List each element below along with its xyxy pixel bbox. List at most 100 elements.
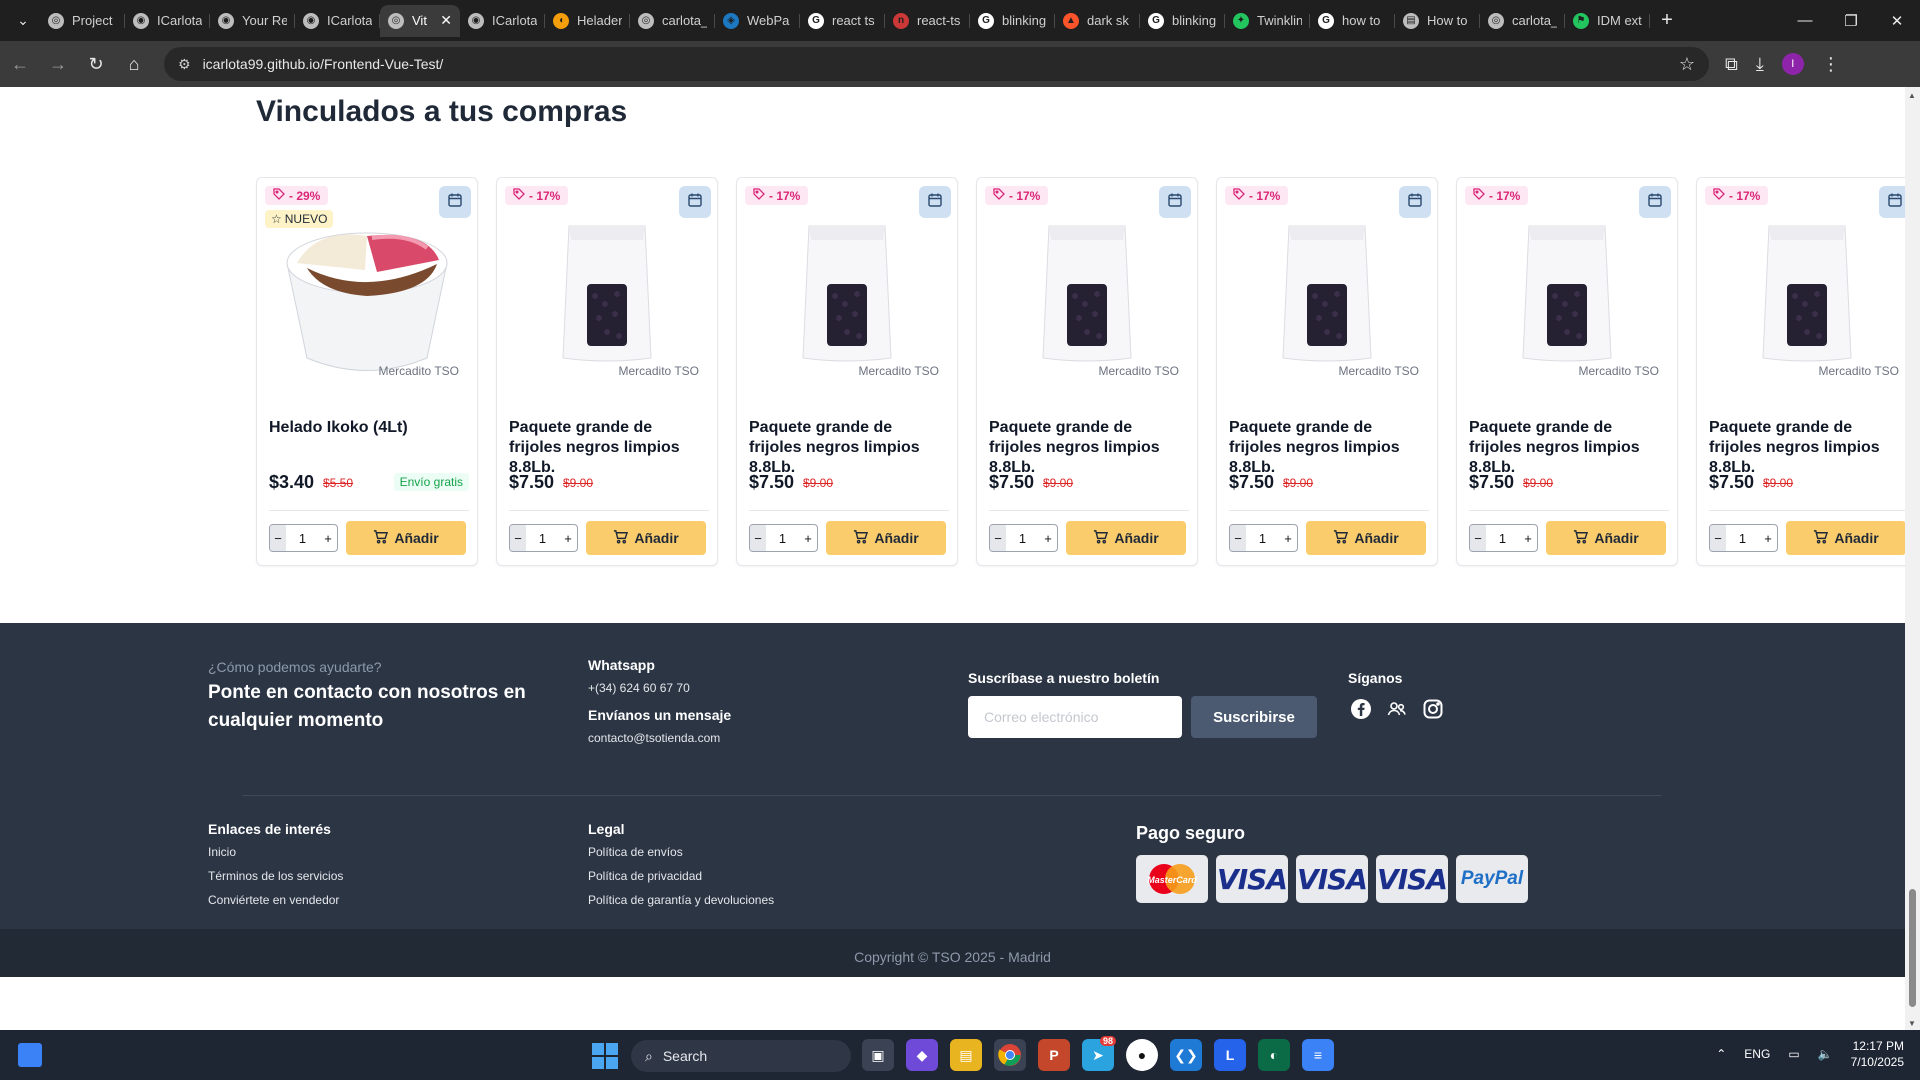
browser-tab[interactable]: ▤ How to [1395,5,1480,37]
product-image[interactable] [997,208,1177,378]
instagram-icon[interactable] [1422,698,1444,720]
notepad-plus-icon[interactable]: L [1214,1039,1246,1071]
start-button[interactable] [592,1043,618,1069]
contact-email[interactable]: contacto@tsotienda.com [588,731,720,745]
widgets-icon[interactable] [18,1043,42,1067]
decrease-qty-button[interactable]: − [270,525,286,551]
whatsapp-number[interactable]: +(34) 624 60 67 70 [588,681,690,695]
copilot-icon[interactable]: ◆ [906,1039,938,1071]
browser-tab[interactable]: ⚑ IDM ext [1565,5,1650,37]
subscribe-button[interactable]: Suscribirse [1191,696,1317,738]
product-card[interactable]: - 17% Mercadito TSO Paquete grande de frij… [1216,177,1438,566]
close-tab-icon[interactable]: ✕ [440,12,452,29]
product-image[interactable] [1477,208,1657,378]
product-name[interactable]: Paquete grande de frijoles negros limpio… [1469,418,1669,478]
taskbar-search[interactable]: ⌕ Search [631,1040,851,1072]
browser-tab[interactable]: ◎ Project [40,5,125,37]
language-indicator[interactable]: ENG [1744,1047,1770,1061]
media-app-icon[interactable]: ● [1126,1039,1158,1071]
browser-tab[interactable]: ◉ ICarlota [460,5,545,37]
chrome-icon[interactable] [994,1039,1026,1071]
increase-qty-button[interactable]: + [799,531,817,546]
browser-tab[interactable]: Gblinking [970,5,1055,37]
legal-link-envios[interactable]: Política de envíos [588,845,774,859]
seller-name[interactable]: Mercadito TSO [1339,364,1419,378]
add-to-cart-button[interactable]: Añadir [1306,521,1426,555]
product-card[interactable]: - 29% ☆ NUEVO Mercadito TSO Helado Ikoko (4L… [256,177,478,566]
product-image[interactable] [1237,208,1417,378]
add-to-cart-button[interactable]: Añadir [586,521,706,555]
quantity-value[interactable]: 1 [779,531,786,546]
home-button[interactable]: ⌂ [116,46,152,82]
scrollbar-thumb[interactable] [1909,889,1916,1007]
extensions-icon[interactable]: ⧉ [1725,54,1738,75]
newsletter-email-input[interactable] [968,696,1182,738]
scroll-down-icon[interactable]: ▼ [1908,1019,1916,1028]
close-window-button[interactable]: ✕ [1874,12,1920,30]
add-to-cart-button[interactable]: Añadir [1066,521,1186,555]
tray-chevron-icon[interactable]: ⌃ [1716,1047,1726,1061]
browser-tab[interactable]: ◉ Your Re [210,5,295,37]
new-tab-button[interactable]: + [1650,9,1684,32]
quantity-value[interactable]: 1 [1499,531,1506,546]
browser-tab[interactable]: ◎ Vit ✕ [380,4,460,37]
browser-tab[interactable]: ✦ Twinklin [1225,5,1310,37]
decrease-qty-button[interactable]: − [1230,525,1246,551]
product-name[interactable]: Paquete grande de frijoles negros limpio… [1709,418,1905,478]
facebook-icon[interactable] [1350,698,1372,720]
seller-name[interactable]: Mercadito TSO [859,364,939,378]
address-bar[interactable]: ⚙ icarlota99.github.io/Frontend-Vue-Test… [164,47,1709,81]
product-name[interactable]: Paquete grande de frijoles negros limpio… [749,418,949,478]
browser-tab[interactable]: ▲ dark sk [1055,5,1140,37]
restore-button[interactable]: ❐ [1828,12,1874,30]
task-view-icon[interactable]: ▣ [862,1039,894,1071]
footer-link-terminos[interactable]: Términos de los servicios [208,869,343,883]
powerpoint-icon[interactable]: P [1038,1039,1070,1071]
product-name[interactable]: Paquete grande de frijoles negros limpio… [1229,418,1429,478]
increase-qty-button[interactable]: + [319,531,337,546]
increase-qty-button[interactable]: + [1279,531,1297,546]
product-image[interactable] [757,208,937,378]
network-icon[interactable]: ▭ [1788,1047,1799,1061]
seller-name[interactable]: Mercadito TSO [619,364,699,378]
increase-qty-button[interactable]: + [1759,531,1777,546]
browser-tab[interactable]: ◎ carlota_ [630,5,715,37]
increase-qty-button[interactable]: + [559,531,577,546]
reload-button[interactable]: ↻ [78,46,114,82]
quantity-value[interactable]: 1 [299,531,306,546]
scroll-up-icon[interactable]: ▲ [1908,91,1916,100]
community-icon[interactable] [1386,698,1408,720]
product-image[interactable] [1717,208,1897,378]
browser-tab[interactable]: Gblinking [1140,5,1225,37]
decrease-qty-button[interactable]: − [750,525,766,551]
browser-tab[interactable]: ◖ Helader [545,5,630,37]
add-to-cart-button[interactable]: Añadir [1786,521,1905,555]
decrease-qty-button[interactable]: − [510,525,526,551]
decrease-qty-button[interactable]: − [1710,525,1726,551]
downloads-icon[interactable]: ⤓ [1756,54,1764,75]
quantity-value[interactable]: 1 [1259,531,1266,546]
product-image[interactable] [517,208,697,378]
browser-tab[interactable]: n react-ts [885,5,970,37]
browser-tab[interactable]: ◉ ICarlota [295,5,380,37]
product-name[interactable]: Paquete grande de frijoles negros limpio… [509,418,709,478]
product-card[interactable]: - 17% Mercadito TSO Paquete grande de frij… [1456,177,1678,566]
minimize-button[interactable]: — [1782,12,1828,30]
browser-tab[interactable]: Greact ts [800,5,885,37]
browser-tab[interactable]: ◎ carlota_ [1480,5,1565,37]
add-to-cart-button[interactable]: Añadir [1546,521,1666,555]
legal-link-garantia[interactable]: Política de garantía y devoluciones [588,893,774,907]
legal-link-privacidad[interactable]: Política de privacidad [588,869,774,883]
seller-name[interactable]: Mercadito TSO [1579,364,1659,378]
notepad-icon[interactable]: ≡ [1302,1039,1334,1071]
profile-avatar[interactable]: I [1781,53,1804,75]
product-card[interactable]: - 17% Mercadito TSO Paquete grande de frij… [736,177,958,566]
seller-name[interactable]: Mercadito TSO [1819,364,1899,378]
browser-tab[interactable]: ◈ WebPa [715,5,800,37]
vscode-icon[interactable]: ❮❯ [1170,1039,1202,1071]
product-image[interactable] [277,208,457,378]
page-scrollbar[interactable]: ▲ ▼ [1905,87,1920,1030]
increase-qty-button[interactable]: + [1039,531,1057,546]
add-to-cart-button[interactable]: Añadir [826,521,946,555]
product-card[interactable]: - 17% Mercadito TSO Paquete grande de frij… [496,177,718,566]
